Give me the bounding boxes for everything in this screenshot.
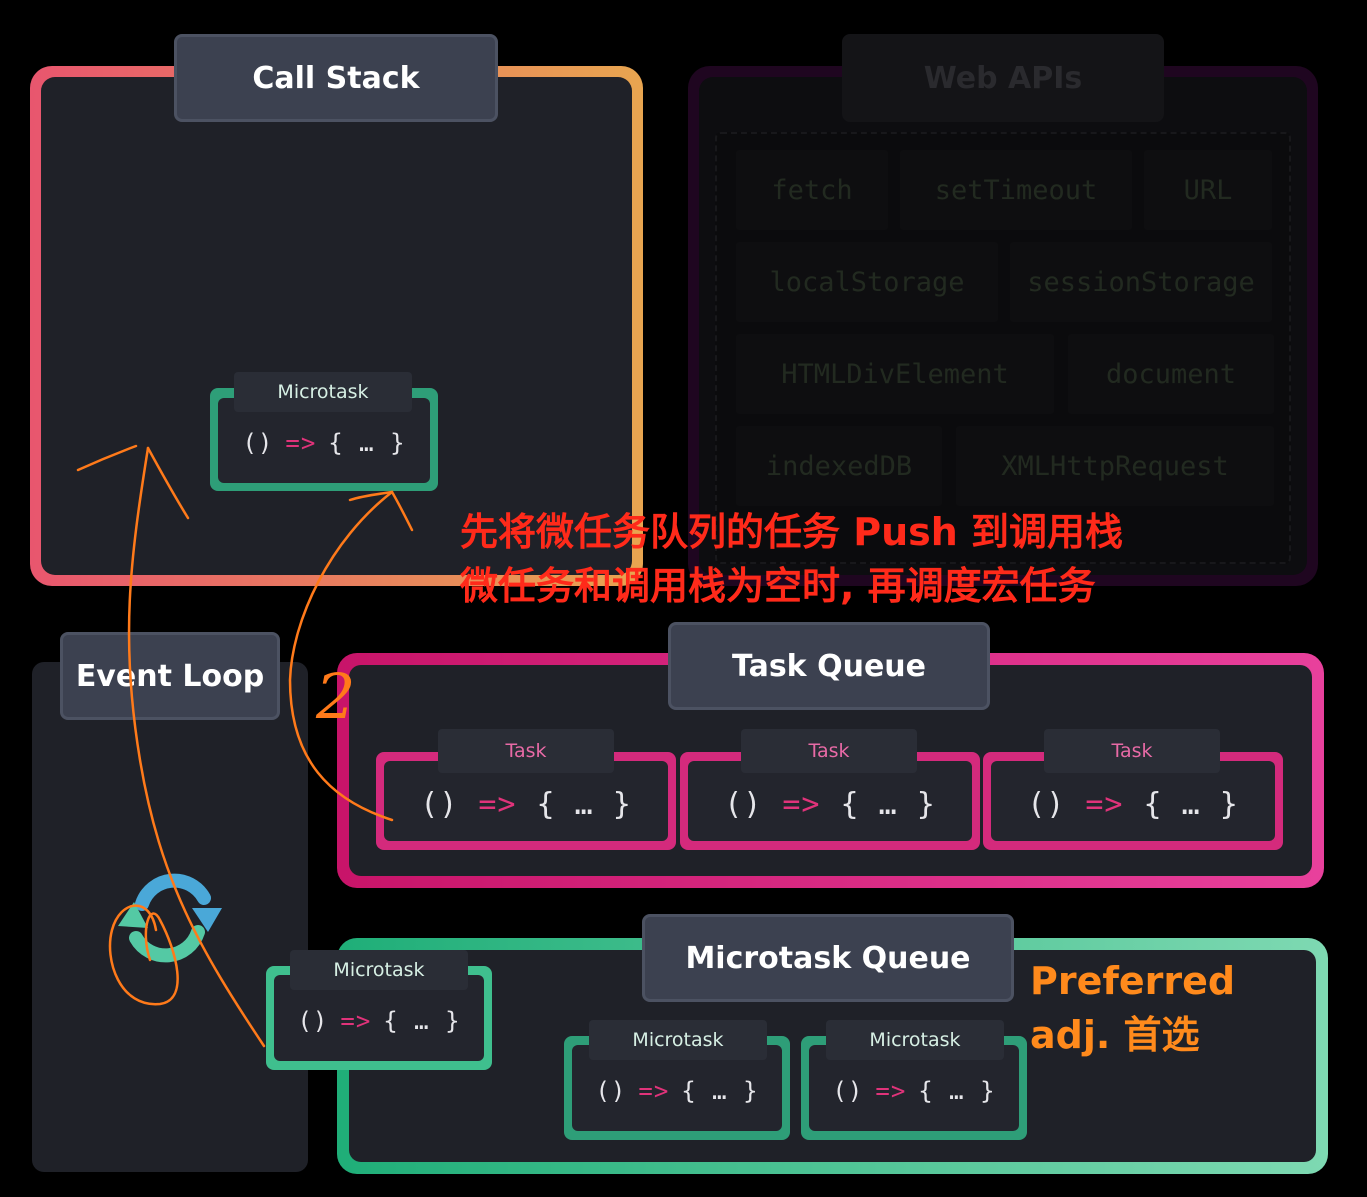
handdrawn-arrows bbox=[76, 444, 414, 1048]
